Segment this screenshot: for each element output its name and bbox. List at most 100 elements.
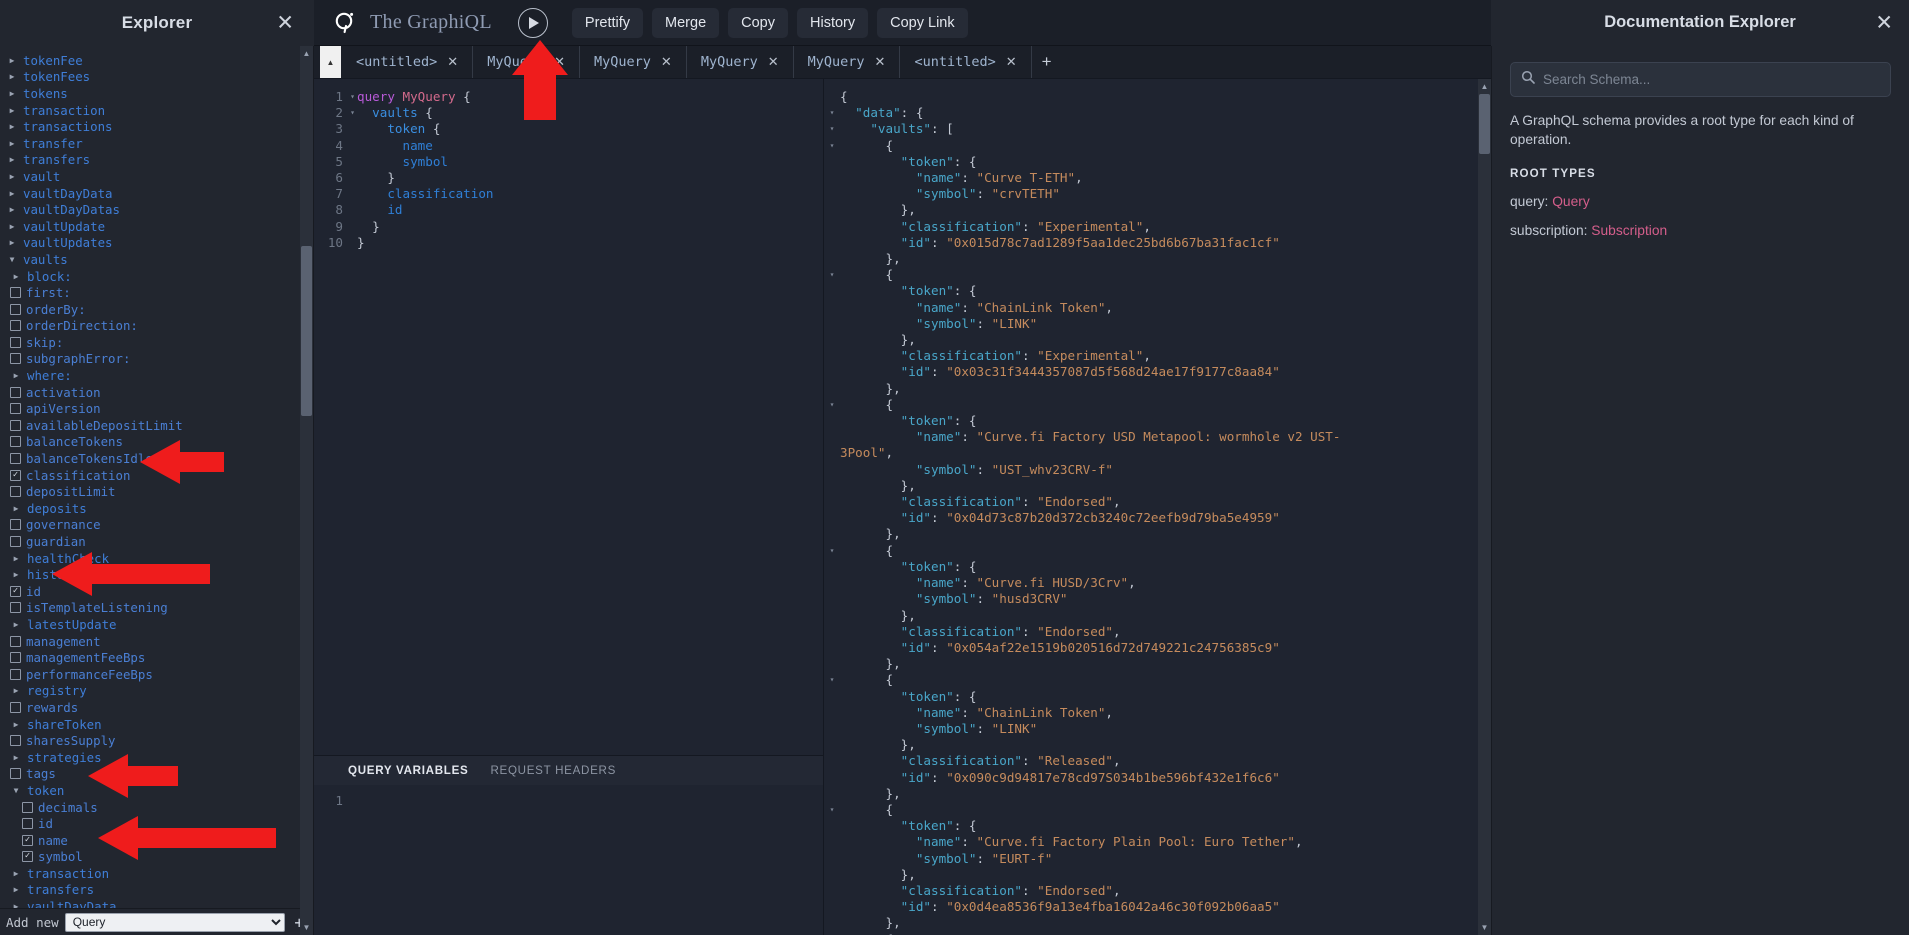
- tree-item-vaultupdates[interactable]: ▶ vaultUpdates: [0, 235, 313, 252]
- scroll-down-icon[interactable]: ▼: [1478, 920, 1491, 935]
- response-scroll-thumb[interactable]: [1479, 94, 1490, 154]
- checkbox-governance[interactable]: [10, 519, 21, 531]
- fold-toggle-icon[interactable]: [824, 89, 840, 105]
- fold-toggle-icon[interactable]: [824, 899, 840, 915]
- history-button[interactable]: History: [797, 7, 869, 38]
- fold-toggle-icon[interactable]: [824, 705, 840, 721]
- chevron-right-icon[interactable]: ▶: [6, 205, 18, 214]
- tree-item-symbol[interactable]: symbol: [0, 849, 313, 866]
- tree-item-id[interactable]: id: [0, 815, 313, 832]
- tree-item-vaultdaydata[interactable]: ▶ vaultDayData: [0, 185, 313, 202]
- fold-toggle-icon[interactable]: [824, 413, 840, 429]
- chevron-right-icon[interactable]: ▶: [10, 371, 22, 380]
- response-json[interactable]: {▾ "data": {▾ "vaults": [▾ { "token": { …: [824, 79, 1491, 935]
- tree-item-block[interactable]: ▶ block:: [0, 268, 313, 285]
- tree-item-tags[interactable]: tags: [0, 766, 313, 783]
- fold-toggle-icon[interactable]: [824, 364, 840, 380]
- tree-item-transactions[interactable]: ▶ transactions: [0, 118, 313, 135]
- fold-toggle-icon[interactable]: [824, 591, 840, 607]
- fold-toggle-icon[interactable]: [824, 186, 840, 202]
- tree-item-deposits[interactable]: ▶ deposits: [0, 500, 313, 517]
- fold-toggle-icon[interactable]: ▾: [348, 105, 357, 121]
- tree-item-activation[interactable]: activation: [0, 384, 313, 401]
- fold-toggle-icon[interactable]: [824, 316, 840, 332]
- fold-toggle-icon[interactable]: [824, 462, 840, 478]
- fold-toggle-icon[interactable]: [348, 235, 357, 251]
- checkbox-istemplatelistening[interactable]: [10, 602, 21, 614]
- chevron-down-icon[interactable]: ▼: [10, 786, 22, 795]
- close-icon[interactable]: ✕: [1875, 12, 1893, 33]
- tree-item-rewards[interactable]: rewards: [0, 699, 313, 716]
- fold-toggle-icon[interactable]: [824, 883, 840, 899]
- fold-toggle-icon[interactable]: [824, 915, 840, 931]
- execute-query-button[interactable]: [517, 7, 548, 38]
- fold-toggle-icon[interactable]: ▾: [824, 138, 840, 154]
- checkbox-id[interactable]: [22, 818, 33, 830]
- tree-item-balancetokens[interactable]: balanceTokens: [0, 434, 313, 451]
- tree-item-performancefeebps[interactable]: performanceFeeBps: [0, 666, 313, 683]
- checkbox-performancefeebps[interactable]: [10, 668, 21, 680]
- tree-item-transfers[interactable]: ▶ transfers: [0, 882, 313, 899]
- fold-toggle-icon[interactable]: ▾: [824, 672, 840, 688]
- fold-toggle-icon[interactable]: ▾: [824, 105, 840, 121]
- tab-close-icon[interactable]: ✕: [554, 54, 565, 70]
- tab-1[interactable]: MyQuery ✕: [473, 46, 580, 78]
- checkbox-id[interactable]: [10, 585, 21, 597]
- response-scrollbar[interactable]: ▲ ▼: [1478, 79, 1491, 935]
- tree-item-vaultdaydatas[interactable]: ▶ vaultDayDatas: [0, 201, 313, 218]
- fold-toggle-icon[interactable]: [348, 154, 357, 170]
- tree-item-healthcheck[interactable]: ▶ healthCheck: [0, 550, 313, 567]
- tab-0[interactable]: <untitled> ✕: [342, 46, 474, 78]
- merge-button[interactable]: Merge: [652, 7, 720, 38]
- checkbox-name[interactable]: [22, 834, 33, 846]
- chevron-down-icon[interactable]: ▼: [6, 255, 18, 264]
- tree-item-guardian[interactable]: guardian: [0, 533, 313, 550]
- fold-toggle-icon[interactable]: [824, 283, 840, 299]
- checkbox-activation[interactable]: [10, 386, 21, 398]
- checkbox-first[interactable]: [10, 287, 21, 299]
- tree-item-balancetokensidle[interactable]: balanceTokensIdle: [0, 450, 313, 467]
- fold-toggle-icon[interactable]: [824, 478, 840, 494]
- tree-item-sharetoken[interactable]: ▶ shareToken: [0, 716, 313, 733]
- query-editor[interactable]: 1 ▾ query MyQuery {2 ▾ vaults {3 token {4 n…: [314, 79, 823, 755]
- fold-toggle-icon[interactable]: [824, 429, 840, 445]
- chevron-right-icon[interactable]: ▶: [6, 238, 18, 247]
- fold-toggle-icon[interactable]: [824, 348, 840, 364]
- tab-close-icon[interactable]: ✕: [447, 54, 458, 70]
- add-tab-icon[interactable]: +: [1032, 46, 1062, 78]
- fold-toggle-icon[interactable]: [824, 154, 840, 170]
- checkbox-decimals[interactable]: [22, 801, 33, 813]
- search-schema-box[interactable]: [1510, 62, 1891, 97]
- tab-close-icon[interactable]: ✕: [661, 54, 672, 70]
- fold-toggle-icon[interactable]: [824, 786, 840, 802]
- tab-close-icon[interactable]: ✕: [1006, 54, 1017, 70]
- fold-toggle-icon[interactable]: ▾: [824, 802, 840, 818]
- tree-item-token[interactable]: ▼ token: [0, 782, 313, 799]
- checkbox-balancetokens[interactable]: [10, 436, 21, 448]
- fold-toggle-icon[interactable]: [824, 300, 840, 316]
- copy-link-button[interactable]: Copy Link: [877, 7, 968, 38]
- tree-item-orderdirection[interactable]: orderDirection:: [0, 318, 313, 335]
- tab-scroll-up-icon[interactable]: ▲: [320, 46, 342, 78]
- checkbox-symbol[interactable]: [22, 851, 33, 863]
- copy-button[interactable]: Copy: [728, 7, 788, 38]
- add-new-operation-select[interactable]: QueryMutationSubscription: [64, 912, 286, 932]
- fold-toggle-icon[interactable]: [824, 219, 840, 235]
- fold-toggle-icon[interactable]: [824, 381, 840, 397]
- fold-toggle-icon[interactable]: [824, 624, 840, 640]
- chevron-right-icon[interactable]: ▶: [6, 222, 18, 231]
- checkbox-orderdirection[interactable]: [10, 320, 21, 332]
- fold-toggle-icon[interactable]: [824, 494, 840, 510]
- tree-item-apiversion[interactable]: apiVersion: [0, 400, 313, 417]
- checkbox-guardian[interactable]: [10, 536, 21, 548]
- fold-toggle-icon[interactable]: [824, 526, 840, 542]
- fold-toggle-icon[interactable]: [824, 818, 840, 834]
- fold-toggle-icon[interactable]: [824, 251, 840, 267]
- fold-toggle-icon[interactable]: [824, 851, 840, 867]
- tree-item-registry[interactable]: ▶ registry: [0, 683, 313, 700]
- tab-4[interactable]: MyQuery ✕: [794, 46, 901, 78]
- chevron-right-icon[interactable]: ▶: [10, 753, 22, 762]
- fold-toggle-icon[interactable]: [824, 608, 840, 624]
- fold-toggle-icon[interactable]: [348, 186, 357, 202]
- fold-toggle-icon[interactable]: [824, 640, 840, 656]
